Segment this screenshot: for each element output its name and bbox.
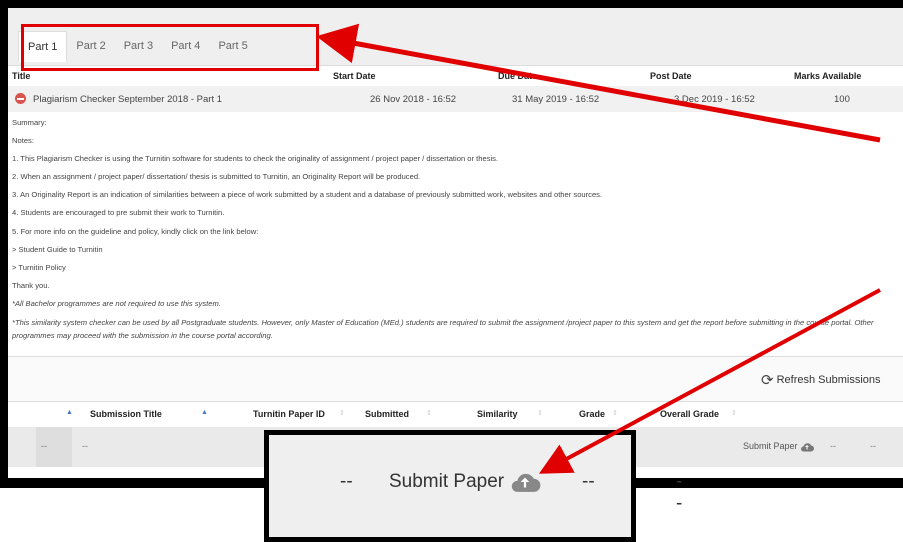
start-date: 26 Nov 2018 - 16:52 [370, 94, 457, 105]
screenshot-frame: Part 1 Part 2 Part 3 Part 4 Part 5 Title… [0, 0, 903, 488]
submit-paper-button[interactable]: Submit Paper [389, 471, 541, 493]
callout-cell-left: -- [340, 471, 353, 492]
assignment-title: Plagiarism Checker September 2018 - Part… [33, 94, 223, 105]
sort-icon[interactable]: ⇕ [612, 409, 618, 417]
postgraduate-note: *This similarity system checker can be u… [12, 318, 874, 341]
header-overall-grade[interactable]: Overall Grade [660, 409, 719, 419]
assignment-notes: Summary: Notes: 1. This Plagiarism Check… [12, 114, 897, 342]
refresh-icon: ⟳ [761, 372, 774, 389]
header-submission-title[interactable]: Submission Title [90, 409, 162, 419]
sort-asc-icon[interactable]: ▲ [201, 409, 208, 416]
post-date: 3 Dec 2019 - 16:52 [674, 94, 755, 105]
turnitin-assignment-page: Part 1 Part 2 Part 3 Part 4 Part 5 Title… [8, 8, 903, 478]
cloud-upload-icon [512, 473, 541, 492]
callout-cell-right: -- [676, 471, 683, 514]
note-3: 3. An Originality Report is an indicatio… [12, 190, 603, 200]
submit-paper-zoom-callout: -- Submit Paper -- -- [264, 430, 682, 542]
marks-available: 100 [834, 94, 850, 105]
note-1: 1. This Plagiarism Checker is using the … [12, 154, 499, 164]
submission-cell-2: -- [82, 441, 88, 451]
refresh-label: Refresh Submissions [776, 374, 881, 386]
cloud-upload-icon [801, 442, 815, 452]
thank-you-text: Thank you. [12, 280, 50, 290]
header-grade[interactable]: Grade [579, 409, 605, 419]
tabs-highlight-box [21, 24, 319, 71]
header-submitted[interactable]: Submitted [365, 409, 409, 419]
submit-paper-small-button[interactable]: Submit Paper [743, 441, 815, 452]
header-similarity[interactable]: Similarity [477, 409, 518, 419]
header-paper-id[interactable]: Turnitin Paper ID [253, 409, 325, 419]
student-guide-link[interactable]: > Student Guide to Turnitin [12, 241, 897, 259]
turnitin-policy-link[interactable]: > Turnitin Policy [12, 259, 897, 277]
refresh-submissions-button[interactable]: ⟳ Refresh Submissions [761, 371, 881, 389]
note-4: 4. Students are encouraged to pre submit… [12, 208, 225, 218]
assignment-row[interactable]: Plagiarism Checker September 2018 - Part… [8, 86, 903, 112]
header-start-date: Start Date [333, 71, 376, 81]
submissions-table-header: ▲ Submission Title ▲ Turnitin Paper ID ⇕… [8, 401, 903, 425]
sort-asc-icon[interactable]: ▲ [66, 409, 73, 416]
header-marks-available: Marks Available [794, 71, 862, 81]
header-post-date: Post Date [650, 71, 692, 81]
callout-cell-mid: -- [582, 471, 595, 492]
header-due-date: Due Date [498, 71, 538, 81]
minus-circle-icon[interactable] [15, 93, 26, 104]
submit-paper-small-label: Submit Paper [743, 441, 798, 451]
submit-paper-label: Submit Paper [389, 471, 505, 493]
refresh-bar: ⟳ Refresh Submissions [8, 356, 903, 402]
summary-label: Summary: [12, 118, 47, 127]
sort-icon[interactable]: ⇕ [537, 409, 543, 417]
sort-icon[interactable]: ⇕ [731, 409, 737, 417]
submission-cell-4: -- [870, 441, 876, 451]
due-date: 31 May 2019 - 16:52 [512, 94, 600, 105]
sort-icon[interactable]: ⇕ [339, 409, 345, 417]
submission-cell-3: -- [830, 441, 836, 451]
note-2: 2. When an assignment / project paper/ d… [12, 172, 421, 182]
submission-cell-1: -- [41, 441, 47, 451]
note-5: 5. For more info on the guideline and po… [12, 226, 259, 236]
bachelor-note: *All Bachelor programmes are not require… [12, 298, 221, 308]
notes-label: Notes: [12, 136, 34, 146]
header-title: Title [12, 71, 31, 81]
sort-icon[interactable]: ⇕ [426, 409, 432, 417]
